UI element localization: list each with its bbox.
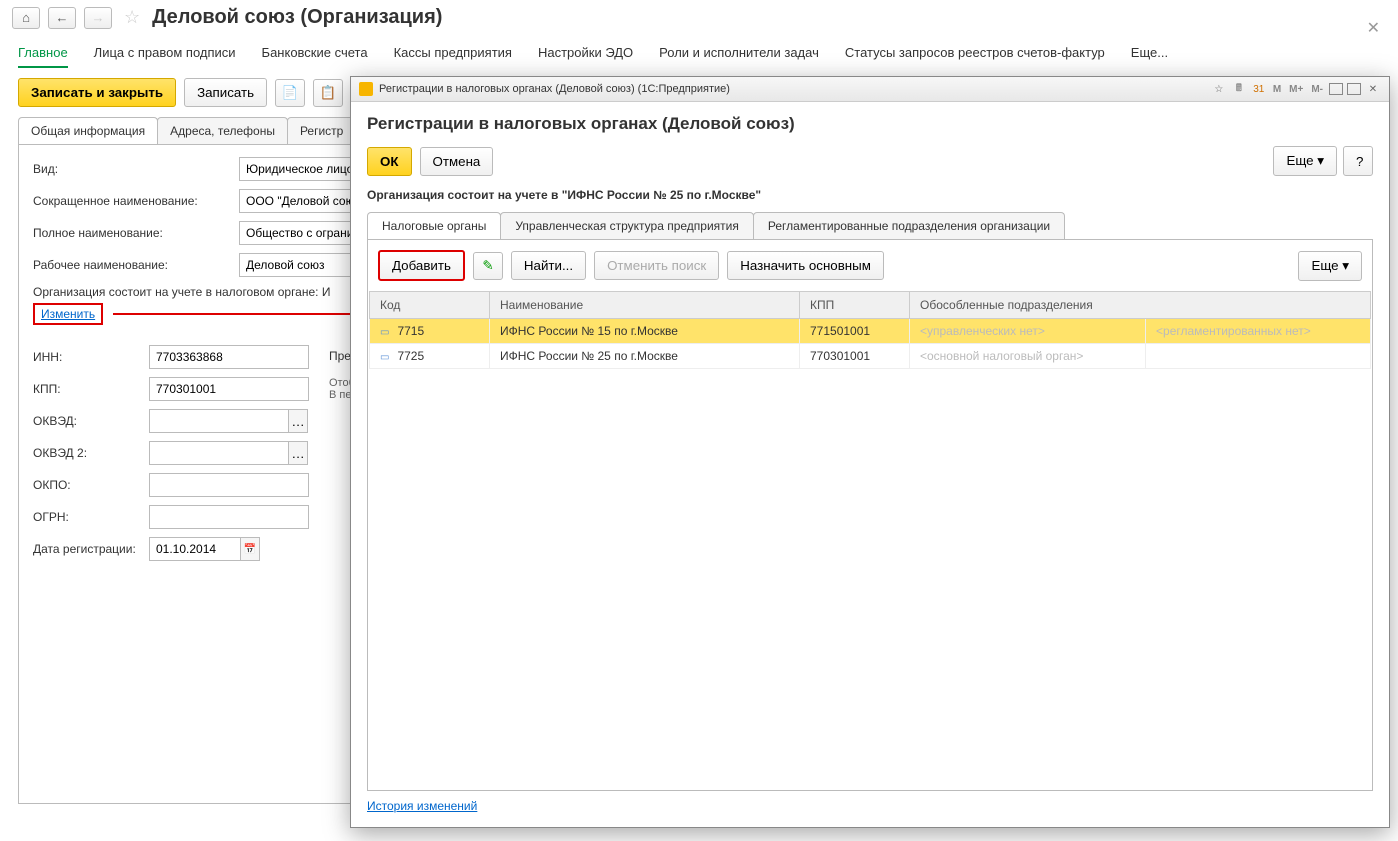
dialog-info-text: Организация состоит на учете в "ИФНС Рос…: [367, 188, 761, 202]
home-button[interactable]: ⌂: [12, 7, 40, 29]
tab-general-info[interactable]: Общая информация: [18, 117, 158, 144]
regdate-input[interactable]: [149, 537, 241, 561]
inn-input[interactable]: [149, 345, 309, 369]
dialog-title: Регистрации в налоговых органах (Деловой…: [367, 114, 1373, 134]
tab-more[interactable]: Еще...: [1131, 39, 1168, 68]
maximize-icon[interactable]: [1347, 83, 1361, 95]
change-link[interactable]: Изменить: [41, 307, 95, 321]
cancel-find-button: Отменить поиск: [594, 251, 719, 280]
tab-main[interactable]: Главное: [18, 39, 68, 68]
okved2-picker[interactable]: …: [288, 441, 308, 465]
label-okved: ОКВЭД:: [33, 414, 149, 428]
save-button[interactable]: Записать: [184, 78, 267, 107]
m-button[interactable]: M: [1271, 84, 1283, 95]
label-inn: ИНН:: [33, 350, 149, 364]
label-okpo: ОКПО:: [33, 478, 149, 492]
find-button[interactable]: Найти...: [511, 251, 586, 280]
tab-register[interactable]: Регистр: [287, 117, 356, 144]
dialog-titlebar: Регистрации в налоговых органах (Деловой…: [351, 77, 1389, 102]
label-short: Сокращенное наименование:: [33, 194, 239, 208]
cancel-button[interactable]: Отмена: [420, 147, 494, 176]
ok-button[interactable]: ОК: [367, 147, 412, 176]
table-toolbar: Добавить ✎ Найти... Отменить поиск Назна…: [368, 240, 1372, 291]
calendar-icon[interactable]: 📅: [240, 537, 260, 561]
label-ogrn: ОГРН:: [33, 510, 149, 524]
row-icon: ▭: [380, 352, 389, 363]
dialog-window-title: Регистрации в налоговых органах (Деловой…: [379, 83, 730, 95]
dialog-panel: Добавить ✎ Найти... Отменить поиск Назна…: [367, 239, 1373, 791]
ogrn-input[interactable]: [149, 505, 309, 529]
tab-edo[interactable]: Настройки ЭДО: [538, 39, 633, 68]
add-button[interactable]: Добавить: [378, 250, 465, 281]
table-row[interactable]: ▭7715 ИФНС России № 15 по г.Москве 77150…: [370, 319, 1371, 344]
main-tabbar: Главное Лица с правом подписи Банковские…: [0, 35, 1398, 68]
tax-registration-dialog: Регистрации в налоговых органах (Деловой…: [350, 76, 1390, 828]
dialog-button-row: ОК Отмена Еще ▾ ?: [351, 140, 1389, 186]
m-plus-button[interactable]: M+: [1287, 84, 1305, 95]
table-row[interactable]: ▭7725 ИФНС России № 25 по г.Москве 77030…: [370, 344, 1371, 369]
table-more-button[interactable]: Еще ▾: [1298, 251, 1362, 281]
okved-input[interactable]: [149, 409, 289, 433]
red-arrow: [113, 313, 353, 315]
report-icon-button[interactable]: 📄: [275, 79, 305, 107]
app-brand-icon: [359, 82, 373, 96]
top-nav: ⌂ ← → ☆ Деловой союз (Организация) ✕: [0, 0, 1398, 35]
label-kpp: КПП:: [33, 382, 149, 396]
col-kpp[interactable]: КПП: [800, 292, 910, 319]
star-icon[interactable]: ☆: [1211, 81, 1227, 97]
tax-authorities-table: Код Наименование КПП Обособленные подраз…: [369, 291, 1371, 369]
col-separate[interactable]: Обособленные подразделения: [910, 292, 1371, 319]
okved2-input[interactable]: [149, 441, 289, 465]
calc-icon[interactable]: 🖩: [1231, 81, 1247, 97]
page-title: Деловой союз (Организация): [152, 6, 442, 29]
change-link-box: Изменить: [33, 303, 103, 325]
calendar-toolbar-icon[interactable]: 31: [1251, 81, 1267, 97]
forward-button[interactable]: →: [84, 7, 112, 29]
col-code[interactable]: Код: [370, 292, 490, 319]
dialog-tabbar: Налоговые органы Управленческая структур…: [367, 212, 1373, 239]
tab-statuses[interactable]: Статусы запросов реестров счетов-фактур: [845, 39, 1105, 68]
favorite-star-icon[interactable]: ☆: [124, 7, 140, 28]
dialog-help-button[interactable]: ?: [1343, 146, 1373, 176]
tab-bank[interactable]: Банковские счета: [262, 39, 368, 68]
edit-pencil-icon[interactable]: ✎: [473, 252, 503, 280]
col-name[interactable]: Наименование: [490, 292, 800, 319]
label-kind: Вид:: [33, 162, 239, 176]
label-full: Полное наименование:: [33, 226, 239, 240]
tab-signers[interactable]: Лица с правом подписи: [94, 39, 236, 68]
back-button[interactable]: ←: [48, 7, 76, 29]
label-regdate: Дата регистрации:: [33, 542, 149, 556]
set-main-button[interactable]: Назначить основным: [727, 251, 884, 280]
m-minus-button[interactable]: M-: [1309, 84, 1325, 95]
tab-regulated-departments[interactable]: Регламентированные подразделения организ…: [753, 212, 1065, 239]
okpo-input[interactable]: [149, 473, 309, 497]
list-icon-button[interactable]: 📋: [313, 79, 343, 107]
close-icon[interactable]: ✕: [1367, 18, 1380, 38]
minimize-icon[interactable]: [1329, 83, 1343, 95]
tab-roles[interactable]: Роли и исполнители задач: [659, 39, 819, 68]
tab-addresses[interactable]: Адреса, телефоны: [157, 117, 288, 144]
okved-picker[interactable]: …: [288, 409, 308, 433]
dialog-more-button[interactable]: Еще ▾: [1273, 146, 1337, 176]
tab-cash[interactable]: Кассы предприятия: [394, 39, 512, 68]
label-work: Рабочее наименование:: [33, 258, 239, 272]
dialog-close-icon[interactable]: ✕: [1365, 81, 1381, 97]
row-icon: ▭: [380, 327, 389, 338]
tab-tax-authorities[interactable]: Налоговые органы: [367, 212, 501, 239]
tab-management-structure[interactable]: Управленческая структура предприятия: [500, 212, 754, 239]
kpp-input[interactable]: [149, 377, 309, 401]
label-okved2: ОКВЭД 2:: [33, 446, 149, 460]
history-link[interactable]: История изменений: [367, 799, 477, 813]
save-close-button[interactable]: Записать и закрыть: [18, 78, 176, 107]
